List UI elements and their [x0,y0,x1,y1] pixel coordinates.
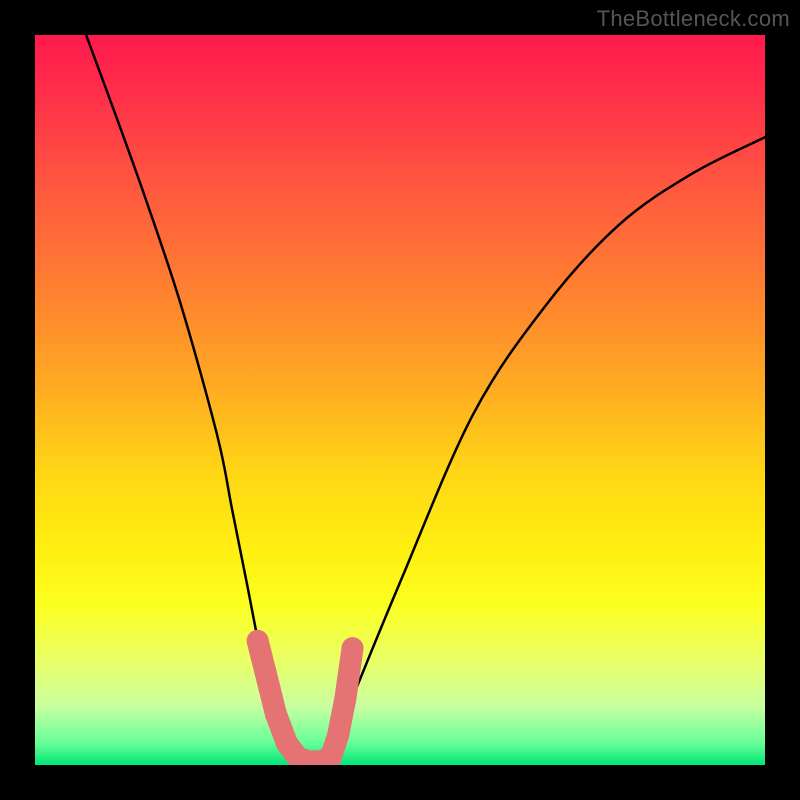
highlight-marker [342,637,364,659]
bottleneck-curve-path [86,35,765,765]
highlight-marker [327,725,349,747]
bottleneck-curve-svg [35,35,765,765]
highlight-marker [276,732,298,754]
chart-plot-area [35,35,765,765]
highlight-marker [287,747,309,765]
highlight-marker [320,747,342,765]
highlight-marker [254,659,276,681]
highlight-marker [247,630,269,652]
highlight-markers [247,630,364,765]
highlight-marker [298,750,320,765]
highlight-marker [334,688,356,710]
highlight-marker-stroke [258,641,353,761]
highlight-marker [309,750,331,765]
highlight-marker [265,703,287,725]
watermark-text: TheBottleneck.com [597,6,790,32]
